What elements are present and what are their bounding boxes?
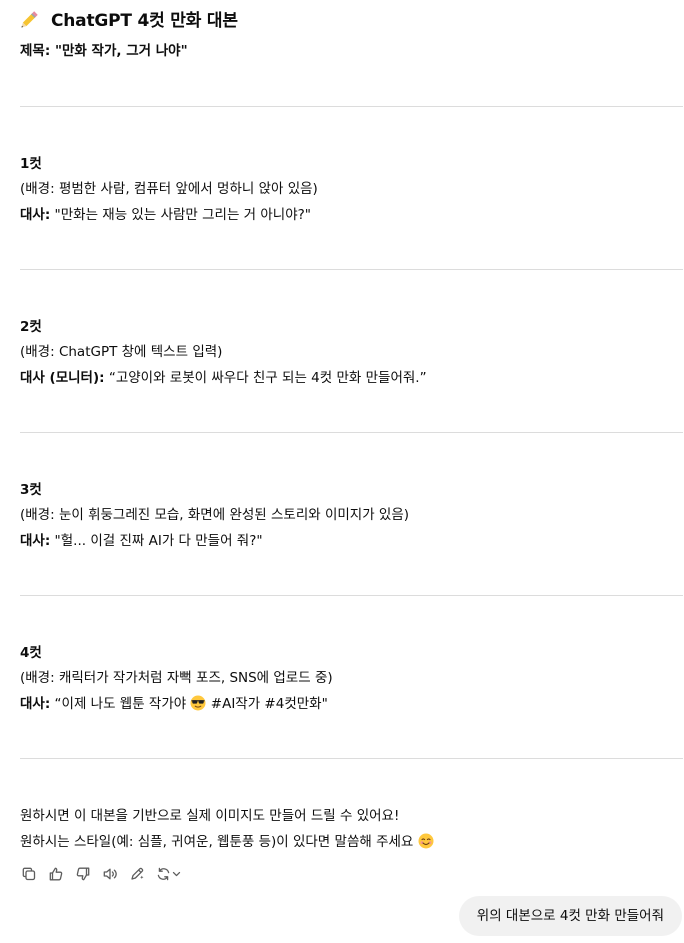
title-value: "만화 작가, 그거 나야" [50,43,188,59]
copy-icon[interactable] [20,864,38,884]
dialogue-text: "만화는 재능 있는 사람만 그리는 거 아니야?" [50,207,312,223]
pencil-icon [20,7,42,29]
regenerate-icon[interactable] [155,864,183,884]
user-message-bubble: 위의 대본으로 4컷 만화 만들어줘 [458,896,682,936]
heading-text: ChatGPT 4컷 만화 대본 [51,10,238,31]
panel-background: (배경: 평범한 사람, 컴퓨터 앞에서 멍하니 앉아 있음) [20,181,318,197]
script-heading: ChatGPT 4컷 만화 대본 [20,6,238,31]
divider [20,106,683,107]
panel-dialogue: 대사: "만화는 재능 있는 사람만 그리는 거 아니야?" [20,205,311,225]
thumbs-up-icon[interactable] [47,864,65,884]
hashtags-text: #AI작가 #4컷만화" [206,696,328,712]
divider [20,758,683,759]
panel-dialogue: 대사 (모니터): “고양이와 로봇이 싸우다 친구 되는 4컷 만화 만들어줘… [20,368,427,388]
dialogue-text: "헐... 이걸 진짜 AI가 다 만들어 줘?" [50,533,263,549]
smiling-emoji [418,833,434,855]
dialogue-label: 대사: [20,533,51,549]
closing-text: 원하시는 스타일(예: 심플, 귀여운, 웹툰풍 등)이 있다면 말씀해 주세요 [20,834,418,850]
panel-title: 2컷 [20,319,42,335]
closing-line-2: 원하시는 스타일(예: 심플, 귀여운, 웹툰풍 등)이 있다면 말씀해 주세요 [20,832,434,855]
panel-title: 3컷 [20,482,42,498]
thumbs-down-icon[interactable] [74,864,92,884]
title-label: 제목: [20,43,51,59]
divider [20,432,683,433]
panel-background: (배경: ChatGPT 창에 텍스트 입력) [20,344,223,360]
dialogue-label: 대사: [20,207,51,223]
panel-background: (배경: 눈이 휘둥그레진 모습, 화면에 완성된 스토리와 이미지가 있음) [20,507,410,523]
sunglasses-emoji [190,695,206,717]
edit-icon[interactable] [128,864,146,884]
dialogue-text: “이제 나도 웹툰 작가야 [50,696,191,712]
closing-line-1: 원하시면 이 대본을 기반으로 실제 이미지도 만들어 드릴 수 있어요! [20,808,400,824]
dialogue-label: 대사: [20,696,51,712]
panel-title: 4컷 [20,645,42,661]
panel-background: (배경: 캐릭터가 작가처럼 자뻑 포즈, SNS에 업로드 중) [20,670,333,686]
message-actions-toolbar [20,864,183,884]
dialogue-label: 대사 (모니터): [20,370,105,386]
panel-dialogue: 대사: “이제 나도 웹툰 작가야 #AI작가 #4컷만화" [20,694,328,717]
dialogue-text: “고양이와 로봇이 싸우다 친구 되는 4컷 만화 만들어줘.” [104,370,427,386]
read-aloud-icon[interactable] [101,864,119,884]
panel-title: 1컷 [20,156,42,172]
divider [20,595,683,596]
comic-title-line: 제목: "만화 작가, 그거 나야" [20,41,188,61]
panel-dialogue: 대사: "헐... 이걸 진짜 AI가 다 만들어 줘?" [20,531,263,551]
divider [20,269,683,270]
